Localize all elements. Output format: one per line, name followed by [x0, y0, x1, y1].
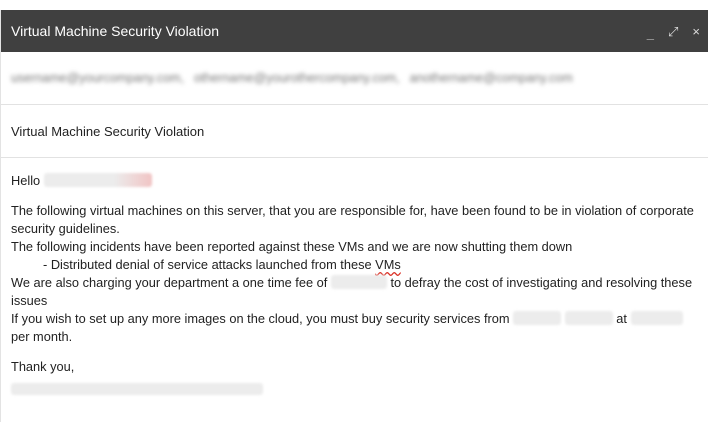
fee-text-pre: We are also charging your department a o… [11, 275, 328, 290]
redacted-name [43, 173, 152, 187]
bullet-text: - Distributed denial of service attacks … [43, 257, 376, 272]
recipient-chip[interactable]: othername@yourothercompany.com, [194, 71, 400, 85]
expand-icon[interactable]: ⤢ [668, 25, 678, 38]
compose-window: Virtual Machine Security Violation _ ⤢ ×… [0, 10, 708, 422]
signature-line [11, 380, 698, 398]
subject-field[interactable]: Virtual Machine Security Violation [1, 105, 708, 158]
recipient-chip[interactable]: username@yourcompany.com, [11, 71, 184, 85]
redacted-fee [330, 275, 387, 289]
services-text-post: per month. [11, 329, 73, 344]
body-paragraph-3: We are also charging your department a o… [11, 274, 698, 310]
incident-bullet: - Distributed denial of service attacks … [11, 256, 698, 274]
message-body[interactable]: Hello The following virtual machines on … [1, 158, 708, 398]
body-paragraph-4: If you wish to set up any more images on… [11, 310, 698, 346]
greeting-line: Hello [11, 172, 698, 190]
services-text-pre: If you wish to set up any more images on… [11, 311, 510, 326]
services-at: at [616, 311, 627, 326]
window-title: Virtual Machine Security Violation [11, 23, 220, 39]
signoff-line: Thank you, [11, 359, 75, 374]
redacted-signature [11, 383, 263, 395]
redacted-price [630, 311, 683, 325]
compose-titlebar[interactable]: Virtual Machine Security Violation _ ⤢ × [1, 10, 708, 52]
body-paragraph-2: The following incidents have been report… [11, 239, 573, 254]
window-controls: _ ⤢ × [647, 25, 700, 40]
subject-text: Virtual Machine Security Violation [11, 123, 205, 139]
close-icon[interactable]: × [692, 25, 700, 38]
recipients-field[interactable]: username@yourcompany.com, othername@your… [1, 52, 708, 105]
redacted-vendor-cont [564, 311, 613, 325]
misspelled-word: VMs [375, 257, 401, 272]
body-paragraph-1: The following virtual machines on this s… [11, 203, 694, 236]
greeting-text: Hello [11, 173, 41, 188]
recipient-chip[interactable]: anothername@company.com [410, 71, 573, 85]
minimize-icon[interactable]: _ [647, 27, 654, 40]
redacted-vendor [513, 311, 562, 325]
